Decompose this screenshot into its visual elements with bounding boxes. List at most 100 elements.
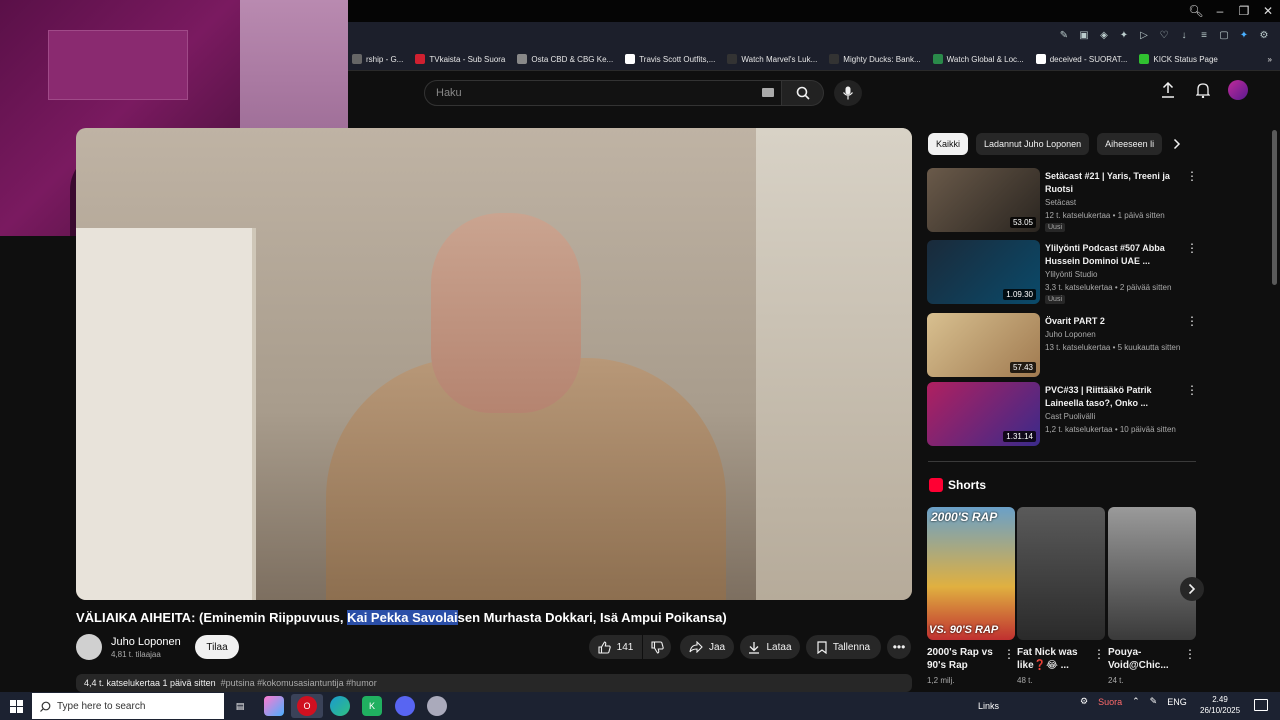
settings-icon[interactable]: ⚙ (1080, 696, 1088, 707)
dislike-button[interactable] (643, 635, 671, 659)
video-thumbnail[interactable]: 53.05 (927, 168, 1040, 232)
pen-icon[interactable]: ✎ (1150, 696, 1158, 707)
lock-icon[interactable]: ▢ (1216, 26, 1232, 44)
video-thumbnail[interactable]: 1.31.14 (927, 382, 1040, 446)
restore-button[interactable]: ❐ (1232, 2, 1256, 20)
download-button[interactable]: Lataa (740, 635, 800, 659)
share-button[interactable]: Jaa (680, 635, 734, 659)
channel-name[interactable]: Juho Loponen (111, 636, 181, 648)
bookmark-item[interactable]: Watch Marvel's Luk... (723, 54, 825, 64)
close-button[interactable]: ✕ (1256, 2, 1280, 20)
short-item[interactable]: 2000'S RAP VS. 90'S RAP 2000's Rap vs 90… (927, 507, 1015, 685)
heart-icon[interactable]: ♡ (1156, 26, 1172, 44)
extension-icon[interactable]: ✦ (1116, 26, 1132, 44)
recommendation-channel[interactable]: Juho Loponen (1045, 330, 1096, 339)
recommendation-channel[interactable]: Ylilyönti Studio (1045, 270, 1097, 279)
play-icon[interactable]: ▷ (1136, 26, 1152, 44)
account-avatar[interactable] (1228, 80, 1248, 100)
recommendation-title[interactable]: PVC#33 | Riittääkö Patrik Laineella taso… (1045, 384, 1175, 410)
recommendation-channel[interactable]: Cast Puolivälli (1045, 412, 1095, 421)
description-tags[interactable]: #putsina #kokomusasiantuntija #humor (221, 678, 377, 688)
bookmark-item[interactable]: TVkaista - Sub Suora (411, 54, 513, 64)
more-vertical-icon[interactable]: ⋮ (1186, 315, 1198, 329)
chip-related[interactable]: Aiheeseen li (1097, 133, 1163, 155)
taskbar-links[interactable]: Links (978, 701, 999, 711)
subscribe-button[interactable]: Tilaa (195, 635, 239, 659)
extension-icon[interactable]: ✦ (1236, 26, 1252, 44)
camera-icon[interactable]: ▣ (1076, 26, 1092, 44)
short-thumbnail[interactable]: 2000'S RAP VS. 90'S RAP (927, 507, 1015, 640)
kick-app-icon[interactable]: K (362, 696, 382, 716)
search-button[interactable] (782, 80, 824, 106)
chip-uploaded-by[interactable]: Ladannut Juho Loponen (976, 133, 1090, 155)
voice-search-button[interactable] (834, 80, 862, 106)
taskbar-search-input[interactable]: Type here to search (32, 693, 224, 719)
download-icon[interactable]: ↓ (1176, 26, 1192, 44)
opera-browser-icon[interactable]: O (297, 696, 317, 716)
more-vertical-icon[interactable]: ⋮ (1186, 242, 1198, 256)
short-title[interactable]: Pouya- Void@Chic... (1108, 646, 1182, 672)
app-icon[interactable] (427, 696, 447, 716)
recommendation-item[interactable]: 57.43 Övarit PART 2 Juho Loponen 13 t. k… (927, 313, 1198, 377)
bookmark-item[interactable]: deceived - SUORAT... (1032, 54, 1136, 64)
channel-avatar[interactable] (76, 634, 102, 660)
start-button[interactable] (0, 692, 32, 720)
notification-center-icon[interactable] (1254, 699, 1268, 711)
description-box[interactable]: 4,4 t. katselukertaa 1 päivä sitten #put… (76, 674, 912, 692)
live-label[interactable]: Suora (1098, 697, 1122, 707)
settings-icon[interactable]: ⚙ (1256, 26, 1272, 44)
keyboard-icon[interactable] (762, 88, 774, 97)
more-vertical-icon[interactable]: ⋮ (1184, 647, 1196, 661)
video-thumbnail[interactable]: 1.09.30 (927, 240, 1040, 304)
search-icon[interactable]: 🔍︎ (1184, 2, 1208, 20)
chip-all[interactable]: Kaikki (928, 133, 969, 155)
chevron-right-icon[interactable] (1170, 134, 1184, 154)
short-title[interactable]: Fat Nick was like❓😂 ... (1017, 646, 1091, 672)
like-button[interactable]: 141 (589, 635, 642, 659)
short-item[interactable]: Fat Nick was like❓😂 ... 48 t. ⋮ (1017, 507, 1105, 685)
bookmark-item[interactable]: Mighty Ducks: Bank... (825, 54, 928, 64)
short-thumbnail[interactable] (1017, 507, 1105, 640)
recommendation-title[interactable]: Ylilyönti Podcast #507 Abba Hussein Domi… (1045, 242, 1175, 268)
menu-icon[interactable]: ≡ (1196, 26, 1212, 44)
page-scrollbar[interactable] (1272, 130, 1277, 285)
minimize-button[interactable]: – (1208, 2, 1232, 20)
taskbar-clock[interactable]: 2.49 26/10/2025 (1200, 694, 1240, 716)
video-thumbnail[interactable]: 57.43 (927, 313, 1040, 377)
shield-icon[interactable]: ◈ (1096, 26, 1112, 44)
bookmark-label: Watch Global & Loc... (946, 54, 1024, 64)
recommendation-item[interactable]: 53.05 Setäcast #21 | Yaris, Treeni ja Ru… (927, 168, 1198, 232)
recommendation-channel[interactable]: Setäcast (1045, 198, 1076, 207)
more-vertical-icon[interactable]: ⋮ (1003, 647, 1015, 661)
chevron-up-icon[interactable]: ⌃ (1132, 696, 1140, 707)
bookmark-item[interactable]: Travis Scott Outfits,... (621, 54, 723, 64)
video-player[interactable] (76, 128, 912, 600)
more-actions-button[interactable]: ••• (887, 635, 911, 659)
save-button[interactable]: Tallenna (806, 635, 881, 659)
short-title[interactable]: 2000's Rap vs 90's Rap (927, 646, 1001, 672)
bookmark-label: Osta CBD & CBG Ke... (531, 54, 614, 64)
bookmark-item[interactable]: rship - G... (348, 54, 411, 64)
recommendation-item[interactable]: 1.09.30 Ylilyönti Podcast #507 Abba Huss… (927, 240, 1198, 304)
notifications-button[interactable] (1193, 80, 1213, 100)
recommendation-item[interactable]: 1.31.14 PVC#33 | Riittääkö Patrik Lainee… (927, 382, 1198, 446)
edge-browser-icon[interactable] (330, 696, 350, 716)
bookmark-item[interactable]: KICK Status Page (1135, 54, 1225, 64)
edit-icon[interactable]: ✎ (1056, 26, 1072, 44)
recommendation-title[interactable]: Setäcast #21 | Yaris, Treeni ja Ruotsi (1045, 170, 1175, 196)
bookmark-item[interactable]: Osta CBD & CBG Ke... (513, 54, 621, 64)
language-indicator[interactable]: ENG (1167, 697, 1187, 707)
task-view-icon[interactable]: ▤ (230, 696, 250, 716)
bookmarks-overflow-icon[interactable]: » (1264, 55, 1280, 64)
shorts-next-button[interactable] (1180, 577, 1204, 601)
short-thumbnail[interactable] (1108, 507, 1196, 640)
upload-button[interactable] (1158, 80, 1178, 100)
more-vertical-icon[interactable]: ⋮ (1093, 647, 1105, 661)
more-vertical-icon[interactable]: ⋮ (1186, 170, 1198, 184)
discord-icon[interactable] (395, 696, 415, 716)
search-input[interactable]: Haku (424, 80, 782, 106)
more-vertical-icon[interactable]: ⋮ (1186, 384, 1198, 398)
copilot-icon[interactable] (264, 696, 284, 716)
bookmark-item[interactable]: Watch Global & Loc... (929, 54, 1032, 64)
recommendation-title[interactable]: Övarit PART 2 (1045, 315, 1175, 328)
